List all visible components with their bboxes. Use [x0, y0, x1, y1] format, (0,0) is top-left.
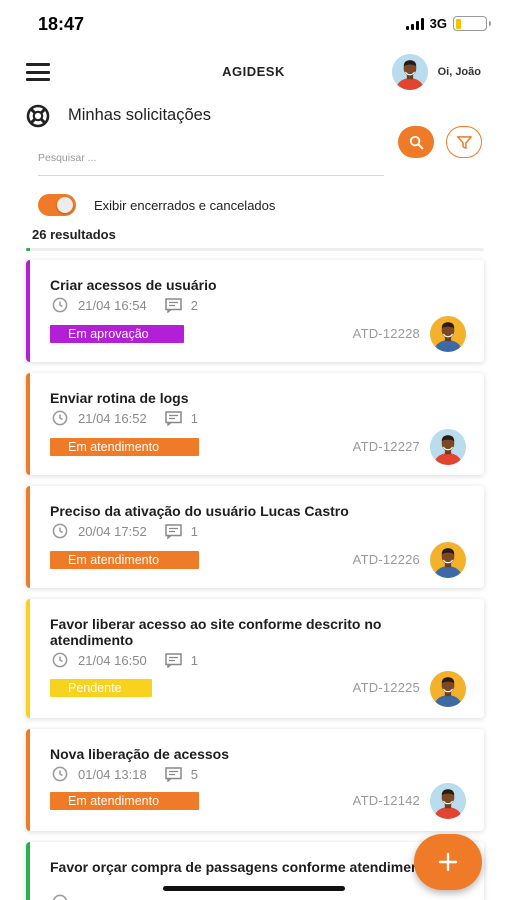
- comment-icon: [164, 297, 182, 313]
- comment-icon: [164, 652, 182, 668]
- clock-icon: [52, 894, 68, 900]
- ticket-card[interactable]: Criar acessos de usuário 21/04 16:54 2 E…: [26, 260, 484, 362]
- avatar: [430, 429, 466, 465]
- app-header: AGIDESK Oi, João: [0, 48, 507, 96]
- avatar: [430, 316, 466, 352]
- search-icon: [409, 135, 423, 149]
- ticket-code: ATD-12225: [352, 680, 420, 695]
- ticket-datetime: 21/04 16:50: [78, 652, 147, 668]
- ticket-title: Nova liberação de acessos: [50, 746, 229, 762]
- avatar[interactable]: [391, 54, 428, 90]
- avatar: [430, 542, 466, 578]
- ticket-title: Favor orçar compra de passagens conforme…: [50, 859, 433, 875]
- clock-icon: [52, 410, 68, 426]
- search-field[interactable]: [38, 140, 384, 176]
- plus-icon: [438, 852, 458, 872]
- ticket-card[interactable]: Preciso da ativação do usuário Lucas Cas…: [26, 486, 484, 588]
- clock-icon: [52, 652, 68, 668]
- status-badge: Em atendimento: [50, 438, 199, 456]
- status-badge: Em atendimento: [50, 551, 199, 569]
- comment-icon: [164, 766, 182, 782]
- ticket-datetime: 21/04 16:54: [78, 297, 147, 313]
- ticket-title: Criar acessos de usuário: [50, 277, 217, 293]
- ticket-meta: 01/04 13:18 5: [52, 766, 198, 782]
- ticket-meta: 20/04 17:52 1: [52, 523, 198, 539]
- ticket-datetime: 01/04 13:18: [78, 766, 147, 782]
- show-closed-row: Exibir encerrados e cancelados: [38, 194, 275, 216]
- status-badge: Em aprovação: [50, 325, 184, 343]
- results-count: 26 resultados: [32, 227, 116, 242]
- add-ticket-button[interactable]: [414, 834, 482, 890]
- ticket-card[interactable]: Enviar rotina de logs 21/04 16:52 1 Em a…: [26, 373, 484, 475]
- avatar: [430, 783, 466, 819]
- ticket-comments: 5: [190, 766, 198, 782]
- show-closed-label: Exibir encerrados e cancelados: [94, 197, 276, 213]
- status-bar: 18:47 3G: [0, 0, 507, 48]
- ticket-datetime: 20/04 17:52: [78, 523, 147, 539]
- search-button[interactable]: [398, 126, 434, 158]
- ticket-meta: 21/04 16:50 1: [52, 652, 198, 668]
- comment-icon: [164, 410, 182, 426]
- user-menu[interactable]: Oi, João: [391, 54, 481, 90]
- ticket-title: Enviar rotina de logs: [50, 390, 189, 406]
- signal-icon: [405, 17, 424, 30]
- clock-icon: [52, 766, 68, 782]
- status-badge: Em atendimento: [50, 792, 199, 810]
- status-badge: Pendente: [50, 679, 152, 697]
- status-indicators: 3G: [405, 16, 491, 31]
- clock-icon: [52, 297, 68, 313]
- filter-icon: [456, 135, 472, 149]
- ticket-meta: 21/04 16:52 1: [52, 410, 198, 426]
- show-closed-toggle[interactable]: [38, 194, 76, 216]
- ticket-meta: 21/04 16:54 2: [52, 297, 198, 313]
- page-title: Minhas solicitações: [68, 106, 212, 124]
- ticket-datetime: 21/04 16:52: [78, 410, 147, 426]
- ticket-card[interactable]: Nova liberação de acessos 01/04 13:18 5 …: [26, 729, 484, 831]
- ticket-code: ATD-12228: [352, 326, 420, 341]
- ticket-card[interactable]: Favor liberar acesso ao site conforme de…: [26, 599, 484, 718]
- ticket-title: Favor liberar acesso ao site conforme de…: [50, 616, 382, 648]
- ticket-comments: 1: [190, 410, 198, 426]
- ticket-title: Preciso da ativação do usuário Lucas Cas…: [50, 503, 349, 519]
- network-type: 3G: [429, 16, 447, 31]
- filter-button[interactable]: [446, 126, 482, 158]
- greeting: Oi, João: [437, 66, 481, 78]
- clock-icon: [52, 523, 68, 539]
- lifebuoy-icon: [26, 104, 50, 128]
- list-divider: [26, 248, 484, 251]
- home-indicator[interactable]: [163, 886, 345, 891]
- search-input[interactable]: [38, 140, 384, 175]
- ticket-code: ATD-12226: [352, 552, 420, 567]
- status-time: 18:47: [38, 14, 85, 34]
- ticket-code: ATD-12227: [352, 439, 420, 454]
- ticket-comments: 1: [190, 652, 198, 668]
- comment-icon: [164, 523, 182, 539]
- ticket-comments: 2: [190, 297, 198, 313]
- battery-icon: [453, 16, 491, 31]
- ticket-code: ATD-12142: [352, 793, 420, 808]
- ticket-comments: 1: [190, 523, 198, 539]
- avatar: [430, 671, 466, 707]
